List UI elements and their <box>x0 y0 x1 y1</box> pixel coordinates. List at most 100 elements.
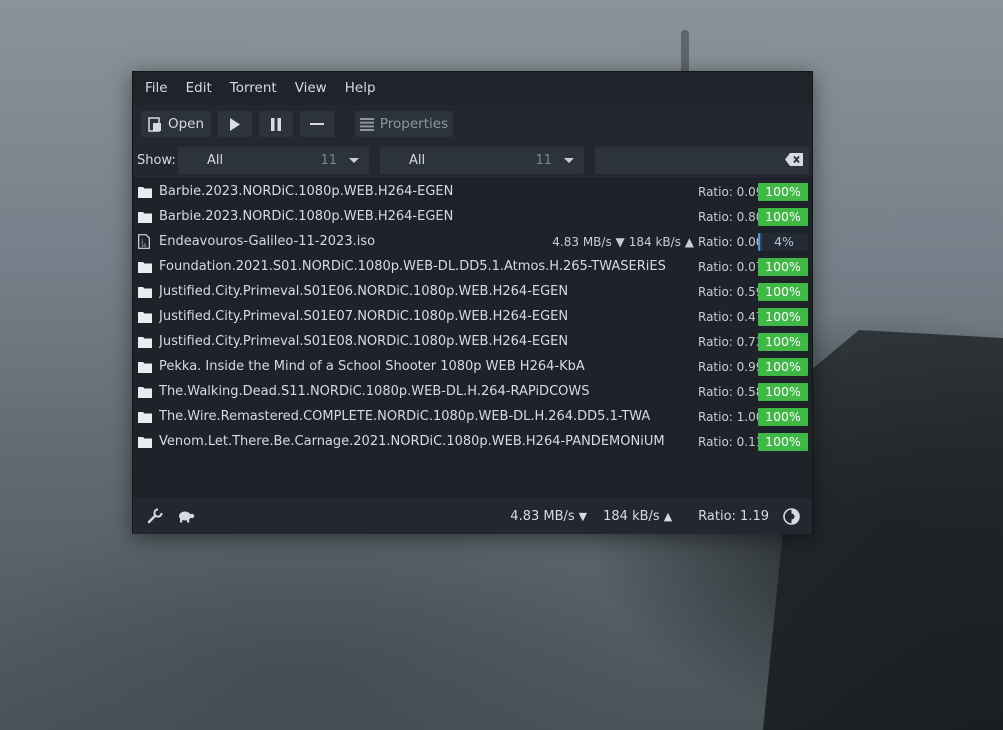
torrent-progress-bar: 100% <box>758 382 808 401</box>
torrent-ratio: Ratio: 0.59 <box>698 284 764 299</box>
torrent-progress-label: 100% <box>765 208 801 224</box>
folder-icon <box>138 336 152 348</box>
menu-bar: File Edit Torrent View Help <box>133 72 812 105</box>
torrent-progress-bar: 100% <box>758 357 808 376</box>
menu-file[interactable]: File <box>136 72 177 105</box>
torrent-name: The.Wire.Remastered.COMPLETE.NORDiC.1080… <box>159 409 651 424</box>
torrent-ratio: Ratio: 0.11 <box>698 434 764 449</box>
activity-filter-value: All <box>207 153 224 168</box>
torrent-row[interactable]: Barbie.2023.NORDiC.1080p.WEB.H264-EGEN Ra… <box>133 204 812 229</box>
folder-icon <box>138 361 152 373</box>
properties-button[interactable]: Properties <box>355 111 453 137</box>
torrent-row[interactable]: Justified.City.Primeval.S01E07.NORDiC.10… <box>133 304 812 329</box>
search-box <box>595 147 809 176</box>
torrent-progress-bar: 100% <box>758 282 808 301</box>
torrent-ratio: Ratio: 0.07 <box>698 259 764 274</box>
torrent-name: Barbie.2023.NORDiC.1080p.WEB.H264-EGEN <box>159 209 454 224</box>
download-arrow-icon: ▼ <box>578 509 588 523</box>
pause-icon <box>271 117 281 131</box>
torrent-ratio: Ratio: 0.73 <box>698 334 764 349</box>
torrent-progress-label: 100% <box>765 183 801 199</box>
menu-torrent[interactable]: Torrent <box>221 72 286 105</box>
menu-edit[interactable]: Edit <box>177 72 221 105</box>
torrent-progress-bar: 100% <box>758 432 808 451</box>
disc-image-file-icon: 110 <box>138 234 150 249</box>
torrent-progress-label: 100% <box>765 333 801 349</box>
torrent-progress-label: 100% <box>765 308 801 324</box>
folder-icon <box>138 386 152 398</box>
torrent-upload-speed: 184 kB/s ▲ <box>628 234 694 249</box>
folder-icon <box>138 336 152 348</box>
folder-icon <box>138 286 152 298</box>
total-ratio[interactable]: Ratio: 1.19 <box>698 509 769 524</box>
torrent-row[interactable]: 1 10 Endeavouros-Galileo-11-2023.iso 4.83 M… <box>133 229 812 254</box>
torrent-row[interactable]: Barbie.2023.NORDiC.1080p.WEB.H264-EGEN Ra… <box>133 179 812 204</box>
torrent-ratio: Ratio: 0.99 <box>698 359 764 374</box>
torrent-progress-label: 100% <box>765 383 801 399</box>
torrent-progress-label: 100% <box>765 258 801 274</box>
torrent-progress-bar: 100% <box>758 307 808 326</box>
torrent-row[interactable]: Pekka. Inside the Mind of a School Shoot… <box>133 354 812 379</box>
wrench-icon <box>147 508 163 524</box>
pause-button[interactable] <box>259 111 293 137</box>
background-figure <box>681 30 689 75</box>
torrent-name: Venom.Let.There.Be.Carnage.2021.NORDiC.1… <box>159 434 665 449</box>
search-input[interactable] <box>595 147 785 176</box>
torrent-name: Foundation.2021.S01.NORDiC.1080p.WEB-DL.… <box>159 259 666 274</box>
torrent-progress-label: 100% <box>765 358 801 374</box>
play-icon <box>230 117 240 131</box>
open-label: Open <box>167 116 205 132</box>
upload-arrow-icon: ▲ <box>663 509 673 523</box>
clear-search-button[interactable] <box>785 153 803 170</box>
folder-icon <box>138 311 152 323</box>
folder-icon <box>138 186 152 198</box>
torrent-list: Barbie.2023.NORDiC.1080p.WEB.H264-EGEN Ra… <box>133 178 812 497</box>
tracker-filter-dropdown[interactable]: All 11 <box>380 147 584 174</box>
torrent-row[interactable]: Venom.Let.There.Be.Carnage.2021.NORDiC.1… <box>133 429 812 454</box>
total-download-speed: 4.83 MB/s <box>510 508 575 524</box>
folder-icon <box>138 411 152 423</box>
torrent-name: Justified.City.Primeval.S01E08.NORDiC.10… <box>159 334 569 349</box>
torrent-ratio: Ratio: 0.00 <box>698 234 764 249</box>
torrent-row[interactable]: Justified.City.Primeval.S01E08.NORDiC.10… <box>133 329 812 354</box>
tracker-filter-value: All <box>409 153 426 168</box>
menu-help[interactable]: Help <box>336 72 385 105</box>
folder-icon <box>138 286 152 298</box>
torrent-progress-bar: 100% <box>758 257 808 276</box>
torrent-ratio: Ratio: 0.47 <box>698 309 764 324</box>
transmission-window: File Edit Torrent View Help Open Propert… <box>132 71 813 534</box>
torrent-row[interactable]: The.Walking.Dead.S11.NORDiC.1080p.WEB-DL… <box>133 379 812 404</box>
remove-button[interactable] <box>300 111 334 137</box>
folder-icon <box>138 436 152 448</box>
folder-icon <box>138 186 152 198</box>
torrent-download-speed: 4.83 MB/s ▼ <box>552 234 625 249</box>
turtle-mode-toggle[interactable] <box>783 507 800 525</box>
open-button[interactable]: Open <box>141 111 211 137</box>
preferences-button[interactable] <box>147 508 163 524</box>
torrent-progress-bar: 4% <box>758 232 808 251</box>
disc-image-file-icon: 110 <box>138 234 152 249</box>
torrent-name: Endeavouros-Galileo-11-2023.iso <box>159 234 376 249</box>
torrent-row[interactable]: The.Wire.Remastered.COMPLETE.NORDiC.1080… <box>133 404 812 429</box>
start-button[interactable] <box>218 111 252 137</box>
folder-icon <box>138 261 152 273</box>
folder-icon <box>138 436 152 448</box>
torrent-name: Pekka. Inside the Mind of a School Shoot… <box>159 359 585 374</box>
turtle-icon <box>179 511 195 522</box>
torrent-progress-label: 100% <box>765 433 801 449</box>
torrent-name: Barbie.2023.NORDiC.1080p.WEB.H264-EGEN <box>159 184 454 199</box>
folder-icon <box>138 411 152 423</box>
torrent-name: Justified.City.Primeval.S01E07.NORDiC.10… <box>159 309 569 324</box>
torrent-row[interactable]: Justified.City.Primeval.S01E06.NORDiC.10… <box>133 279 812 304</box>
torrent-name: Justified.City.Primeval.S01E06.NORDiC.10… <box>159 284 569 299</box>
activity-filter-dropdown[interactable]: All 11 <box>178 147 369 174</box>
speed-limit-button[interactable] <box>177 510 195 523</box>
minus-icon <box>310 123 324 125</box>
activity-filter-count: 11 <box>320 153 337 168</box>
folder-icon <box>138 261 152 273</box>
half-circle-icon <box>783 507 800 525</box>
menu-view[interactable]: View <box>286 72 336 105</box>
torrent-row[interactable]: Foundation.2021.S01.NORDiC.1080p.WEB-DL.… <box>133 254 812 279</box>
list-icon <box>359 117 374 131</box>
properties-label: Properties <box>379 116 449 132</box>
